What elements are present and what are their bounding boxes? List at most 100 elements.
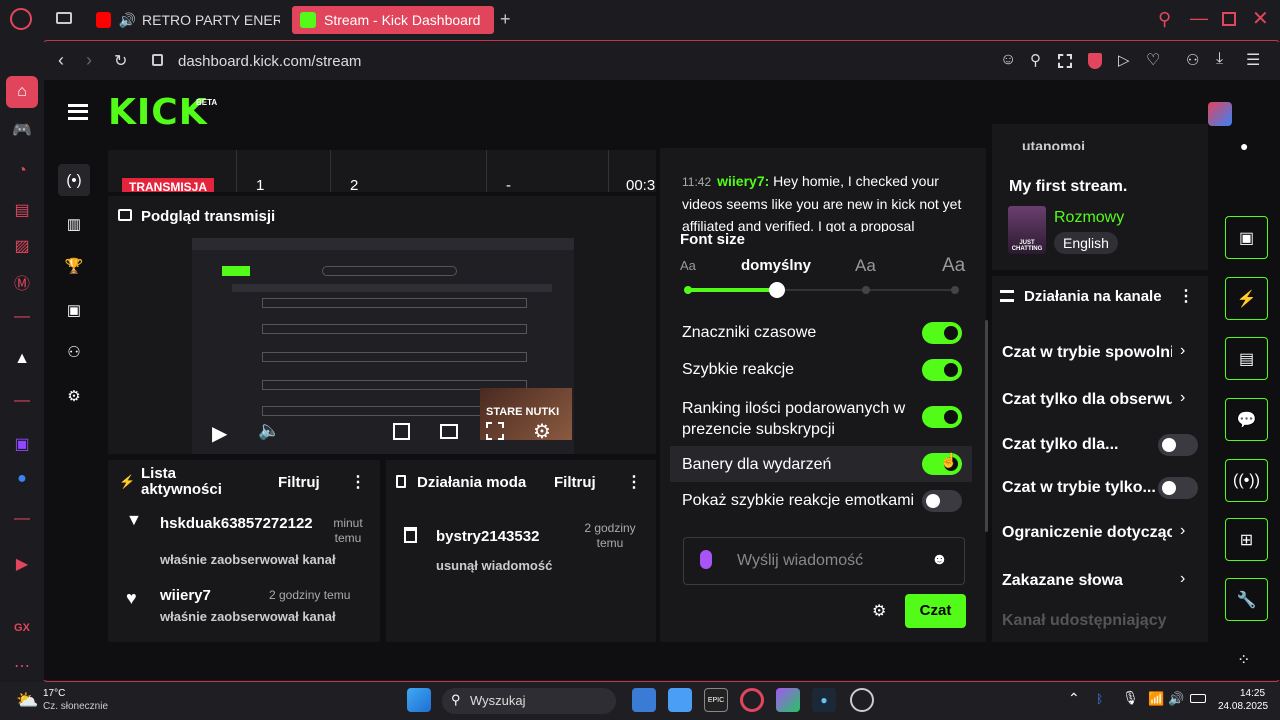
subscribers-only-toggle[interactable] [1158, 434, 1198, 456]
restriction-link[interactable]: Ograniczenie dotycząc [1002, 524, 1172, 542]
windows-start-icon[interactable] [407, 688, 431, 712]
messenger-icon[interactable]: ● [12, 470, 32, 490]
more-icon[interactable]: ⋯ [12, 656, 32, 676]
channel-actions-more-icon[interactable]: ⋮ [1178, 286, 1194, 306]
setting-gift-ranking-toggle[interactable] [922, 406, 962, 428]
mod-user[interactable]: bystry2143532 [436, 528, 539, 545]
close-window-button[interactable]: ✕ [1252, 6, 1269, 31]
gx-control-icon[interactable]: ◔ [12, 162, 32, 182]
profile-icon[interactable]: ⚇ [1186, 51, 1199, 69]
nav-settings-icon[interactable]: ⚙ [58, 380, 90, 412]
volume-button[interactable]: 🔈 [258, 420, 280, 441]
play-icon[interactable]: ▷ [1118, 51, 1130, 69]
player-icon[interactable]: ▶ [12, 554, 32, 574]
fullscreen-button[interactable] [486, 422, 504, 440]
followers-only-link[interactable]: Czat tylko dla obserwu [1002, 391, 1172, 409]
gamepad-icon[interactable]: 🎮 [12, 120, 32, 140]
activity-more-icon[interactable]: ⋮ [350, 472, 366, 492]
font-size-large[interactable]: Aa [855, 256, 876, 276]
back-button[interactable]: ‹ [58, 50, 64, 71]
reload-icon[interactable]: ↻ [114, 51, 127, 71]
emoji-picker-icon[interactable]: ☻ [931, 551, 948, 569]
video-settings-button[interactable]: ⚙ [533, 419, 551, 444]
battery-icon[interactable] [1190, 694, 1206, 703]
weather-icon[interactable]: ⛅ [16, 690, 38, 711]
music-icon[interactable]: Ⓜ [12, 270, 32, 293]
nav-stream-icon[interactable]: (•) [58, 164, 90, 196]
url-field[interactable]: dashboard.kick.com/stream [178, 53, 361, 70]
download-icon[interactable]: ⤓ [1216, 50, 1223, 68]
activity-user[interactable]: hskduak63857272122 [160, 515, 313, 532]
quick-clip-button[interactable]: ▣ [1225, 216, 1268, 259]
chat-settings-icon[interactable]: ⚙ [872, 601, 886, 621]
twitch-icon[interactable]: ▣ [12, 434, 32, 454]
category-link[interactable]: Rozmowy [1054, 209, 1124, 227]
pin-icon[interactable]: ⚲ [1030, 51, 1041, 69]
slow-mode-link[interactable]: Czat w trybie spowolni [1002, 344, 1172, 362]
gx-corner-icon[interactable]: ▤ [12, 200, 32, 220]
quick-notes-button[interactable]: ▤ [1225, 337, 1268, 380]
mod-filter-button[interactable]: Filtruj [554, 474, 596, 491]
forward-button[interactable]: › [86, 50, 92, 71]
opera-gx-taskbar-icon[interactable] [740, 688, 764, 712]
tab-youtube[interactable]: 🔊 RETRO PARTY ENERG [88, 6, 280, 34]
search-tabs-icon[interactable]: ⚲ [1158, 9, 1171, 30]
chat-scrollbar[interactable] [985, 320, 988, 532]
heart-icon[interactable]: ♡ [1146, 50, 1160, 70]
activity-filter-button[interactable]: Filtruj [278, 474, 320, 491]
mod-more-icon[interactable]: ⋮ [626, 472, 642, 492]
theater-button[interactable] [440, 424, 458, 439]
microphone-icon[interactable] [700, 550, 712, 569]
home-icon[interactable]: ⌂ [6, 76, 38, 108]
chat-message-user[interactable]: wiiery7: [717, 173, 769, 189]
tray-chevron-icon[interactable]: ⌃ [1068, 690, 1080, 707]
setting-emote-reactions-toggle[interactable] [922, 490, 962, 512]
kick-logo[interactable]: KICK [108, 92, 208, 133]
gx-cleaner-icon[interactable]: ▨ [12, 236, 32, 256]
quick-broadcast-button[interactable]: ((•)) [1225, 459, 1268, 502]
bluetooth-icon[interactable]: ᛒ [1096, 692, 1103, 706]
shared-channel-link[interactable]: Kanał udostępniający [1002, 612, 1167, 630]
stream-video[interactable]: STARE NUTKI [192, 238, 574, 454]
right-rail-icon[interactable]: ● [1240, 138, 1248, 154]
clock-time[interactable]: 14:25 [1240, 688, 1265, 699]
steam-icon[interactable]: ● [812, 688, 836, 712]
quick-tools-button[interactable]: 🔧 [1225, 578, 1268, 621]
minimize-button[interactable]: — [1190, 8, 1208, 29]
copilot-icon[interactable] [776, 688, 800, 712]
gx-icon[interactable]: GX [12, 622, 32, 642]
mail-icon[interactable] [668, 688, 692, 712]
pip-button[interactable] [393, 423, 410, 440]
tab-kick-dashboard[interactable]: Stream - Kick Dashboard [292, 6, 494, 34]
nav-community-icon[interactable]: ⚇ [58, 336, 90, 368]
setting-quick-reactions-toggle[interactable] [922, 359, 962, 381]
epic-games-icon[interactable]: EPIC [704, 688, 728, 712]
setting-timestamps-toggle[interactable] [922, 322, 962, 344]
font-size-small[interactable]: Aa [680, 258, 696, 273]
quick-action-lightning-button[interactable]: ⚡ [1225, 277, 1268, 320]
nav-clips-icon[interactable]: ▣ [58, 294, 90, 326]
snapshot-icon[interactable] [1058, 54, 1072, 68]
activity-user[interactable]: wiiery7 [160, 587, 211, 604]
tab-workspace-icon[interactable] [56, 12, 72, 24]
opera-gx-logo-icon[interactable] [10, 8, 32, 30]
emoji-icon[interactable]: ☺ [1000, 51, 1016, 69]
store-icon[interactable] [632, 688, 656, 712]
menu-icon[interactable]: ☰ [1246, 50, 1260, 70]
shield-icon[interactable] [1088, 53, 1102, 69]
maximize-button[interactable] [1222, 12, 1236, 26]
quick-chat-button[interactable]: 💬 [1225, 398, 1268, 441]
category-thumbnail[interactable]: JUST CHATTING [1008, 206, 1046, 254]
font-size-xlarge[interactable]: Aa [942, 255, 965, 277]
app-icon[interactable]: ▲ [12, 350, 32, 370]
nav-analytics-icon[interactable]: ▥ [58, 208, 90, 240]
user-avatar[interactable] [1208, 102, 1232, 126]
chat-send-button[interactable]: Czat [905, 594, 966, 628]
font-size-slider-handle[interactable] [769, 282, 785, 298]
microphone-tray-icon[interactable]: 🎙 [1122, 690, 1139, 706]
quick-split-button[interactable]: ⊞ [1225, 518, 1268, 561]
taskbar-search[interactable] [442, 688, 616, 714]
nav-trophy-icon[interactable]: 🏆 [58, 250, 90, 282]
banned-words-link[interactable]: Zakazane słowa [1002, 572, 1123, 590]
emote-only-toggle[interactable] [1158, 477, 1198, 499]
